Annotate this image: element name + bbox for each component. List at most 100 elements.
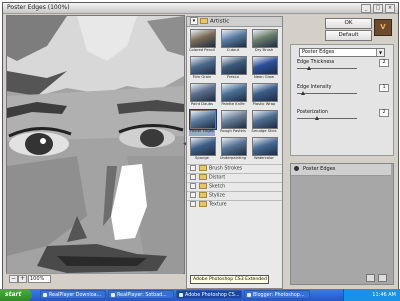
category-sketch[interactable]: Sketch (187, 182, 282, 191)
slider-track[interactable] (297, 68, 357, 69)
filter-thumbnail-label: Rough Pastels (220, 129, 246, 133)
filter-thumbnail[interactable]: Poster Edges (189, 109, 217, 136)
start-button[interactable]: start (0, 289, 32, 301)
taskbar-tooltip: Adobe Photoshop CS3 Extended (190, 275, 269, 284)
filter-thumbnail-label: Fresco (227, 75, 239, 79)
filter-preview-image (252, 29, 278, 48)
edge-thickness-slider[interactable]: Edge Thickness 2 (297, 59, 389, 76)
category-label: Stylize (209, 193, 225, 199)
filter-thumbnail-label: Cutout (226, 48, 240, 52)
slider-knob[interactable] (314, 116, 319, 120)
filter-thumbnail[interactable]: Neon Glow (251, 56, 278, 82)
settings-panel: OK Default V Poster Edges ▼ Edge Thickne… (288, 15, 396, 285)
taskbar-item-label: Blogger: Photoshop... (253, 293, 305, 298)
filter-preview-image (190, 83, 216, 102)
layer-buttons (286, 273, 396, 282)
preview-image (7, 16, 184, 273)
param-value[interactable]: 2 (379, 109, 389, 117)
folder-icon (199, 183, 207, 189)
param-value[interactable]: 2 (379, 59, 389, 67)
filter-preview-image (221, 110, 247, 129)
param-label: Posterization (297, 110, 328, 115)
filter-preview-image (252, 137, 278, 156)
category-texture[interactable]: Texture (187, 200, 282, 209)
filter-thumbnail[interactable]: Palette Knife (220, 83, 247, 109)
folder-icon (199, 165, 207, 171)
filter-preview-image (221, 137, 247, 156)
filter-thumbnail[interactable]: Colored Pencil (188, 29, 216, 55)
slider-knob[interactable] (301, 91, 305, 95)
taskbar-item-label: Adobe Photoshop CS... (185, 293, 240, 298)
filter-preview-image (221, 83, 247, 102)
filter-thumbnail[interactable]: Plastic Wrap (251, 83, 278, 109)
preview-canvas[interactable] (6, 15, 185, 274)
param-label: Edge Thickness (297, 60, 335, 65)
zoom-out-button[interactable]: − (9, 275, 18, 283)
param-label: Edge Intensity (297, 85, 332, 90)
delete-effect-layer-icon[interactable] (378, 274, 387, 282)
close-button[interactable]: × (385, 4, 395, 13)
slider-knob[interactable] (307, 66, 311, 70)
filter-preview-image (221, 56, 247, 75)
filter-thumbnail[interactable]: Fresco (220, 56, 247, 82)
chevron-down-icon: ▼ (376, 49, 384, 56)
filter-thumbnail-label: Plastic Wrap (252, 102, 276, 106)
ok-button[interactable]: OK (325, 18, 372, 29)
filter-thumbnail-label: Dry Brush (254, 48, 274, 52)
folder-icon (199, 201, 207, 207)
filter-thumbnail[interactable]: Rough Pastels (220, 110, 247, 136)
slider-track[interactable] (297, 118, 357, 119)
filter-gallery-window: Poster Edges (100%) _ □ × − + 100% ◀ ▾ A… (2, 2, 399, 290)
filter-preview-image (252, 110, 278, 129)
edge-intensity-slider[interactable]: Edge Intensity 1 (297, 84, 389, 101)
minimize-button[interactable]: _ (361, 4, 371, 13)
window-title: Poster Edges (100%) (7, 4, 70, 11)
filter-thumbnail[interactable]: Film Grain (189, 56, 216, 82)
clock: 11:46 AM (372, 292, 396, 298)
taskbar-item[interactable]: Blogger: Photoshop... (244, 290, 310, 299)
posterization-slider[interactable]: Posterization 2 (297, 109, 389, 126)
filter-preview-image (190, 137, 216, 156)
param-value[interactable]: 1 (379, 84, 389, 92)
filter-preview-image (190, 29, 216, 48)
taskbar-item-label: RealPlayer Downloa... (49, 293, 102, 298)
filter-thumbnail[interactable]: Cutout (220, 29, 247, 55)
chevron-right-icon (190, 165, 196, 171)
zoom-in-button[interactable]: + (18, 275, 27, 283)
filter-preview-image (190, 56, 216, 75)
title-bar[interactable]: Poster Edges (100%) _ □ × (3, 3, 398, 14)
category-label: Artistic (210, 18, 230, 25)
category-artistic[interactable]: ▾ Artistic (187, 17, 282, 27)
taskbar-item[interactable]: RealPlayer Downloa... (40, 290, 106, 299)
filter-thumbnail-label: Poster Edges (190, 129, 214, 133)
taskbar-item-active[interactable]: Adobe Photoshop CS... (176, 290, 242, 299)
chevron-right-icon (190, 183, 196, 189)
filter-thumbnail[interactable]: Smudge Stick (251, 110, 278, 136)
filter-thumbnail[interactable]: Paint Daubs (189, 83, 216, 109)
category-label: Sketch (209, 184, 226, 190)
app-icon (111, 293, 115, 297)
folder-icon (200, 18, 208, 24)
new-effect-layer-icon[interactable] (366, 274, 375, 282)
filter-thumbnail[interactable]: Underpainting (219, 137, 247, 163)
default-button[interactable]: Default (325, 30, 372, 41)
chevron-down-icon: ▾ (190, 17, 198, 25)
filter-thumbnail[interactable]: Sponge (189, 137, 216, 163)
taskbar-item[interactable]: RealPlayer: Sotbad... (108, 290, 174, 299)
filter-thumbnail-label: Underpainting (219, 156, 247, 160)
filter-preview-image (221, 29, 247, 48)
filter-preview-image (252, 83, 278, 102)
filter-thumbnail-label: Colored Pencil (188, 48, 216, 52)
zoom-select[interactable]: 100% (28, 275, 51, 283)
maximize-button[interactable]: □ (373, 4, 383, 13)
filter-thumbnail[interactable]: Dry Brush (251, 29, 278, 55)
category-stylize[interactable]: Stylize (187, 191, 282, 200)
filter-select[interactable]: Poster Edges ▼ (299, 48, 385, 57)
eye-icon[interactable] (294, 166, 299, 171)
slider-track[interactable] (297, 93, 357, 94)
filter-thumbnail-label: Watercolor (254, 156, 274, 160)
category-brush-strokes[interactable]: Brush Strokes (187, 164, 282, 173)
filter-thumbnail[interactable]: Watercolor (251, 137, 278, 163)
effect-layer-row[interactable]: Poster Edges (291, 164, 391, 176)
category-distort[interactable]: Distort (187, 173, 282, 182)
